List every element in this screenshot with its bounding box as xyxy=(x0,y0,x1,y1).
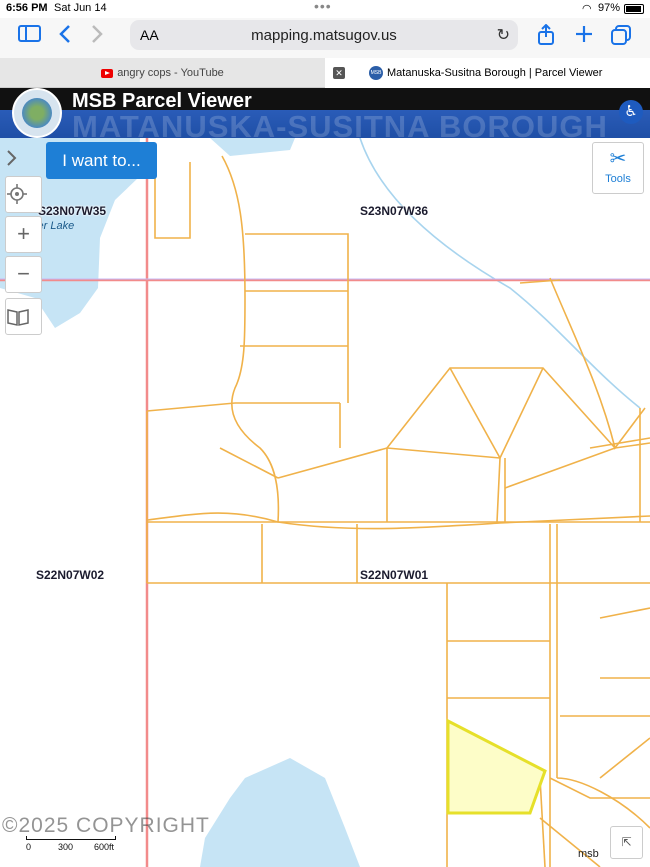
tools-label: Tools xyxy=(605,173,631,185)
locate-me-icon[interactable] xyxy=(5,176,42,213)
wifi-icon: ◠ xyxy=(582,3,592,15)
map-canvas[interactable] xyxy=(0,138,650,867)
i-want-to-button[interactable]: I want to... xyxy=(46,142,157,179)
close-tab-icon[interactable]: ✕ xyxy=(333,67,345,79)
clock: 6:56 PM xyxy=(6,2,48,14)
tab-label: Matanuska-Susitna Borough | Parcel Viewe… xyxy=(387,67,603,79)
section-label: S23N07W36 xyxy=(360,204,429,218)
page-title: MSB Parcel Viewer xyxy=(72,90,252,112)
battery-percent: 97% xyxy=(598,2,621,14)
tab-label: angry cops - YouTube xyxy=(117,67,224,79)
selected-parcel xyxy=(446,718,547,815)
header-borough-text: MATANUSKA-SUSITNA BOROUGH xyxy=(72,109,608,138)
back-icon[interactable] xyxy=(58,24,72,50)
tab-parcel-viewer[interactable]: ✕ MSB Matanuska-Susitna Borough | Parcel… xyxy=(325,58,650,88)
zoom-out-icon[interactable]: − xyxy=(5,256,42,293)
msb-seal-logo xyxy=(12,88,62,138)
parcel-lines xyxy=(146,155,650,867)
map-attribution: msb xyxy=(578,848,599,860)
section-label: S22N07W02 xyxy=(36,568,105,582)
accessibility-icon[interactable]: ♿ xyxy=(619,100,643,124)
scale-label: 600ft xyxy=(94,842,115,852)
multitask-dots-icon[interactable]: ••• xyxy=(314,0,332,14)
scale-label: 300 xyxy=(58,842,74,852)
msb-favicon-icon: MSB xyxy=(369,66,383,80)
zoom-in-icon[interactable]: + xyxy=(5,216,42,253)
forward-icon[interactable] xyxy=(90,24,104,50)
expand-arrow-icon[interactable]: ⇱ xyxy=(610,826,643,859)
new-tab-plus-icon[interactable] xyxy=(574,24,594,50)
expand-panel-chevron-icon[interactable] xyxy=(5,140,42,177)
tab-bar: angry cops - YouTube ✕ MSB Matanuska-Sus… xyxy=(0,58,650,88)
tools-button[interactable]: ✂ Tools xyxy=(592,142,644,194)
tab-youtube[interactable]: angry cops - YouTube xyxy=(0,58,325,88)
map-view[interactable]: ker Lake S23N07W35 S23N07W36 S22N07W02 S… xyxy=(0,138,650,867)
battery-icon xyxy=(624,4,644,14)
address-bar[interactable]: AA mapping.matsugov.us ↻ xyxy=(130,20,518,50)
legend-book-icon[interactable] xyxy=(5,298,42,335)
browser-toolbar: AA mapping.matsugov.us ↻ xyxy=(0,18,650,58)
app-header: MATANUSKA-SUSITNA BOROUGH MSB Parcel Vie… xyxy=(0,88,650,138)
scale-label: 0 xyxy=(26,842,32,852)
sidebar-toggle-icon[interactable] xyxy=(18,24,42,50)
tools-wrench-icon: ✂ xyxy=(609,148,627,170)
tab-overview-icon[interactable] xyxy=(610,24,632,52)
copyright-watermark: ©2025 COPYRIGHT xyxy=(2,814,210,837)
section-label: S23N07W35 xyxy=(38,204,107,218)
lake-top-strip xyxy=(210,138,295,156)
section-label: S22N07W01 xyxy=(360,568,429,582)
status-bar: 6:56 PM Sat Jun 14 ••• ◠ 97% xyxy=(0,0,650,18)
share-icon[interactable] xyxy=(536,23,556,52)
reload-icon[interactable]: ↻ xyxy=(497,25,510,45)
lake-bottom xyxy=(200,758,360,867)
youtube-icon xyxy=(101,68,114,78)
url-text[interactable]: mapping.matsugov.us xyxy=(130,27,518,44)
date: Sat Jun 14 xyxy=(54,2,107,14)
